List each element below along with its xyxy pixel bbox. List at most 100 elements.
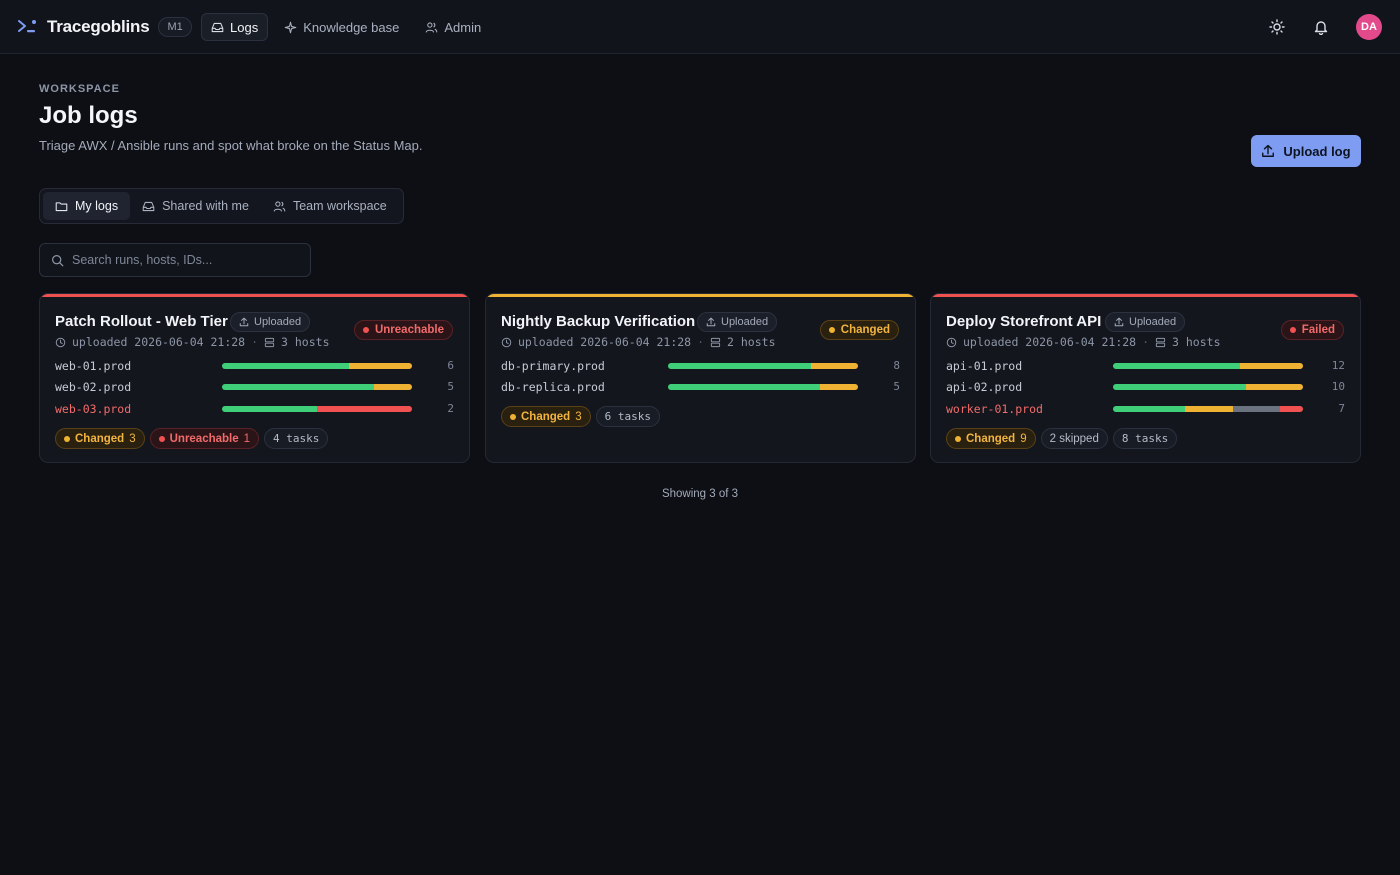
changed-chip[interactable]: Changed 3 [55,428,145,449]
changed-chip[interactable]: Changed 3 [501,406,591,427]
changed-dot [64,435,70,442]
job-card[interactable]: Nightly Backup Verification Uploaded Cha… [485,293,916,463]
tab-my-logs[interactable]: My logs [43,192,131,220]
card-status-strip [486,294,915,297]
host-task-count: 7 [1338,402,1345,415]
terminal-logo-icon [18,17,38,37]
unreachable-chip[interactable]: Unreachable 1 [149,428,260,449]
host-task-count: 10 [1331,380,1345,393]
changed-dot [510,413,516,420]
host-task-count: 8 [893,359,900,372]
card-status-strip [931,294,1360,297]
clock-icon [501,337,512,347]
status-badge-label: Unreachable [374,324,444,336]
status-badge: Changed [819,320,899,340]
bar-segment-skipped [1232,406,1281,412]
host-name: api-01.prod [946,359,1023,373]
host-name: web-01.prod [55,359,132,373]
nav-logs[interactable]: Logs [201,13,269,41]
main-nav: Logs Knowledge base Admin [201,13,491,41]
card-title: Patch Rollout - Web Tier [55,313,228,330]
status-dot [828,327,835,333]
host-task-count: 2 [447,402,454,415]
uploaded-timestamp: uploaded 2026-06-04 21:28 [72,335,246,349]
card-summary-chips: Changed 9 2 skipped 8 tasks [946,428,1178,449]
changed-chip-count: 3 [575,410,582,423]
nav-admin[interactable]: Admin [415,13,491,41]
host-name: web-03.prod [55,402,132,416]
job-card[interactable]: Patch Rollout - Web Tier Uploaded Unreac… [39,293,470,463]
bar-segment-changed [349,363,412,369]
host-row: web-02.prod 5 [55,380,454,396]
upload-icon [1262,144,1275,157]
bar-segment-changed [820,384,858,390]
nav-knowledge-base[interactable]: Knowledge base [274,13,409,41]
host-row: worker-01.prod 7 [946,402,1345,418]
status-badge: Failed [1280,320,1344,340]
upload-log-button[interactable]: Upload log [1251,135,1361,167]
app-name: Tracegoblins [47,17,150,36]
server-icon [1155,337,1166,347]
host-task-count: 5 [893,380,900,393]
changed-chip[interactable]: Changed 9 [946,428,1036,449]
host-status-bar [1113,363,1303,369]
users-icon [273,200,286,212]
tab-shared-with-me[interactable]: Shared with me [130,192,261,220]
tasks-chip: 8 tasks [1112,428,1178,449]
bar-segment-ok [668,384,820,390]
uploaded-chip-label: Uploaded [721,316,769,328]
user-avatar[interactable]: DA [1356,14,1382,40]
meta-separator: · [1142,335,1150,349]
nav-knowledge-base-label: Knowledge base [303,19,400,35]
host-row: db-primary.prod 8 [501,359,900,375]
tasks-chip: 4 tasks [264,428,329,449]
host-row: db-replica.prod 5 [501,380,900,396]
inbox-icon [142,201,155,211]
bar-segment-changed [1246,384,1303,390]
nav-actions: DA [1264,0,1382,54]
uploaded-chip: Uploaded [230,312,311,332]
bar-segment-failed [1280,406,1303,412]
bar-segment-changed [374,384,412,390]
brand[interactable]: Tracegoblins M1 [18,0,192,54]
unreachable-chip-label: Unreachable [169,432,239,445]
tab-team-workspace-label: Team workspace [292,199,387,213]
bar-segment-ok [668,363,811,369]
changed-chip-count: 3 [129,432,136,445]
upload-icon [1114,317,1124,327]
clock-icon [55,337,66,347]
uploaded-timestamp: uploaded 2026-06-04 21:28 [518,335,692,349]
bar-segment-ok [222,384,374,390]
bar-segment-changed [1240,363,1303,369]
upload-icon [706,317,716,327]
notifications-button[interactable] [1308,14,1334,40]
status-dot [1289,327,1296,333]
card-status-strip [40,294,469,297]
tab-my-logs-label: My logs [75,199,119,213]
host-task-count: 12 [1331,359,1345,372]
status-dot [362,327,369,333]
status-badge: Unreachable [353,320,453,340]
host-row: api-01.prod 12 [946,359,1345,375]
skipped-chip[interactable]: 2 skipped [1040,428,1108,449]
unreachable-dot [158,435,165,442]
host-name: api-02.prod [946,380,1023,394]
bar-segment-ok [1113,384,1246,390]
page-subtitle: Triage AWX / Ansible runs and spot what … [39,138,423,153]
bar-segment-ok [1113,363,1241,369]
section-eyebrow: WORKSPACE [39,83,120,95]
version-badge: M1 [158,17,192,37]
theme-toggle-button[interactable] [1264,14,1290,40]
search-input[interactable] [72,253,292,267]
tab-team-workspace[interactable]: Team workspace [261,192,399,220]
uploaded-chip-label: Uploaded [254,316,302,328]
job-card[interactable]: Deploy Storefront API Uploaded Failed up… [930,293,1361,463]
changed-chip-label: Changed [966,432,1016,445]
host-status-bar [1113,384,1303,390]
status-badge-label: Changed [840,324,890,336]
tab-shared-with-me-label: Shared with me [162,199,249,213]
bar-segment-ok [222,363,350,369]
card-meta: uploaded 2026-06-04 21:28 · 2 hosts [501,335,776,349]
clock-icon [946,337,957,347]
sun-icon [1269,19,1285,35]
